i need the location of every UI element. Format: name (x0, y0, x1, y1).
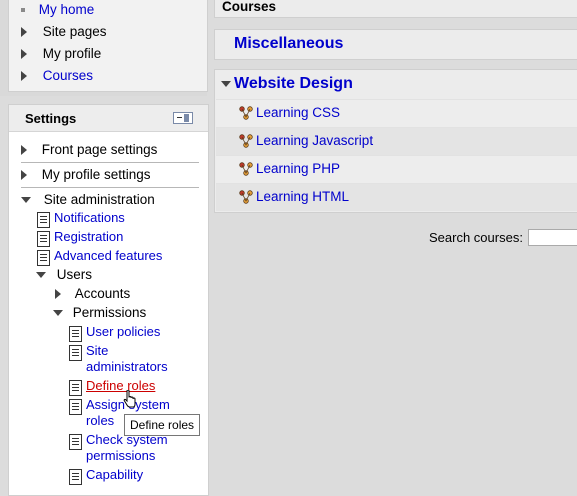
expand-arrow-icon[interactable] (21, 145, 27, 156)
collapse-arrow-icon[interactable] (53, 310, 63, 317)
nav-item-my-profile[interactable]: My profile (21, 45, 101, 63)
settings-item-label: Site administration (43, 192, 155, 207)
course-icon (239, 106, 253, 120)
settings-item-label: Users (56, 267, 93, 282)
link-notifications[interactable]: Notifications (54, 210, 125, 226)
settings-item-label: My profile settings (41, 167, 151, 182)
page-icon (69, 469, 82, 485)
dock-block-icon[interactable] (173, 112, 193, 124)
page-icon (69, 345, 82, 361)
settings-item-label: Accounts (74, 286, 131, 301)
settings-item-my-profile[interactable]: My profile settings (21, 166, 151, 184)
category-miscellaneous: Miscellaneous (214, 29, 577, 60)
link-assign-system-roles-line2[interactable]: roles (86, 413, 114, 429)
navigation-panel: My home Site pages My profile Courses (8, 0, 208, 92)
settings-item-users[interactable]: Users (36, 266, 92, 284)
page-icon (69, 434, 82, 450)
expand-arrow-icon[interactable] (55, 289, 61, 300)
course-link[interactable]: Learning PHP (256, 161, 340, 176)
expand-arrow-icon[interactable] (21, 27, 27, 38)
expand-arrow-icon[interactable] (21, 71, 27, 82)
nav-item-site-pages[interactable]: Site pages (21, 23, 107, 41)
course-icon (239, 190, 253, 204)
page-icon (37, 231, 50, 247)
link-define-roles[interactable]: Define roles (86, 378, 155, 394)
link-capability[interactable]: Capability (86, 467, 143, 483)
courses-title: Courses (222, 0, 277, 14)
nav-item-courses[interactable]: Courses (21, 67, 93, 85)
course-row: Learning HTML (216, 183, 577, 211)
collapse-arrow-icon[interactable] (21, 197, 31, 204)
page-icon (37, 212, 50, 228)
collapse-arrow-icon[interactable] (221, 81, 231, 87)
search-courses-input[interactable] (528, 229, 577, 246)
expand-arrow-icon[interactable] (21, 170, 27, 181)
divider (21, 187, 199, 188)
link-site-administrators[interactable]: Site (86, 343, 108, 359)
course-link[interactable]: Learning Javascript (256, 133, 373, 148)
page-icon (37, 250, 50, 266)
tooltip: Define roles (124, 414, 201, 436)
category-link[interactable]: Website Design (234, 75, 353, 93)
settings-title: Settings (25, 111, 77, 126)
page-icon (69, 399, 82, 415)
courses-header: Courses (214, 0, 577, 18)
expand-arrow-icon[interactable] (21, 49, 27, 60)
link-check-system-permissions-line2[interactable]: permissions (86, 448, 155, 464)
nav-item-label: My profile (42, 46, 102, 61)
settings-item-site-administration[interactable]: Site administration (21, 191, 155, 209)
settings-item-permissions[interactable]: Permissions (53, 304, 146, 322)
settings-header: Settings (9, 105, 208, 132)
nav-item-label: Site pages (42, 24, 107, 39)
settings-item-accounts[interactable]: Accounts (55, 285, 130, 303)
category-website-design: Website Design Learning CSS Learning Jav… (214, 69, 577, 213)
settings-item-label: Front page settings (41, 142, 158, 157)
link-user-policies[interactable]: User policies (86, 324, 160, 340)
link-registration[interactable]: Registration (54, 229, 123, 245)
settings-item-label: Permissions (72, 305, 147, 320)
nav-item-my-home[interactable]: My home (21, 1, 94, 19)
bullet-icon (21, 8, 25, 13)
navigation-block: My home Site pages My profile Courses (0, 0, 208, 96)
search-courses-label: Search courses: (429, 230, 523, 245)
course-row: Learning CSS (216, 99, 577, 127)
divider (21, 162, 199, 163)
category-link[interactable]: Miscellaneous (234, 35, 343, 53)
link-advanced-features[interactable]: Advanced features (54, 248, 162, 264)
settings-item-front-page[interactable]: Front page settings (21, 141, 157, 159)
settings-block: Settings Front page settings My profile … (8, 104, 209, 496)
nav-item-label[interactable]: Courses (43, 68, 93, 83)
course-link[interactable]: Learning HTML (256, 189, 349, 204)
course-icon (239, 162, 253, 176)
collapse-arrow-icon[interactable] (36, 272, 46, 279)
link-site-administrators-line2[interactable]: administrators (86, 359, 168, 375)
course-link[interactable]: Learning CSS (256, 105, 340, 120)
nav-item-label[interactable]: My home (39, 2, 95, 17)
hand-cursor-icon (123, 390, 136, 408)
page-icon (69, 380, 82, 396)
page-icon (69, 326, 82, 342)
course-row: Learning PHP (216, 155, 577, 183)
course-row: Learning Javascript (216, 127, 577, 155)
course-icon (239, 134, 253, 148)
